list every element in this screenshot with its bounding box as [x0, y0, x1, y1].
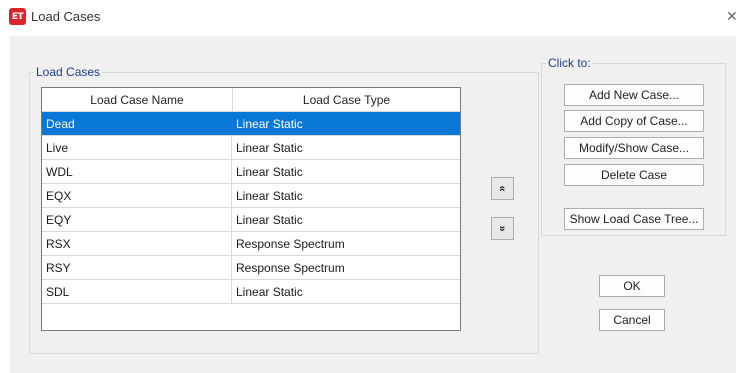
column-header-name[interactable]: Load Case Name	[42, 88, 233, 111]
window-title: Load Cases	[31, 9, 101, 24]
cancel-button[interactable]: Cancel	[599, 309, 665, 331]
case-name-cell: RSY	[42, 256, 232, 279]
case-type-cell: Linear Static	[236, 164, 303, 179]
case-name-cell: RSX	[42, 232, 232, 255]
etabs-app-icon: ET	[9, 8, 26, 25]
table-row[interactable]: Live Linear Static	[42, 136, 460, 160]
case-type-cell: Linear Static	[236, 212, 303, 227]
table-row[interactable]: SDL Linear Static	[42, 280, 460, 304]
case-type-cell: Linear Static	[236, 140, 303, 155]
table-row[interactable]: EQY Linear Static	[42, 208, 460, 232]
title-bar: ET Load Cases ✕	[0, 0, 736, 34]
delete-case-button[interactable]: Delete Case	[564, 164, 704, 186]
move-up-button[interactable]: «	[491, 177, 514, 200]
table-row[interactable]: Dead Linear Static	[42, 112, 460, 136]
case-name-cell: SDL	[42, 280, 232, 303]
case-name-cell: Live	[42, 136, 232, 159]
add-new-case-button[interactable]: Add New Case...	[564, 84, 704, 106]
click-to-group-label: Click to:	[548, 56, 591, 70]
case-name-cell: EQY	[42, 208, 232, 231]
case-name-cell: EQX	[42, 184, 232, 207]
load-cases-group-label: Load Cases	[36, 65, 101, 79]
table-row[interactable]: RSY Response Spectrum	[42, 256, 460, 280]
ok-button[interactable]: OK	[599, 275, 665, 297]
double-chevron-up-icon: «	[496, 185, 509, 192]
move-down-button[interactable]: »	[491, 217, 514, 240]
show-load-case-tree-button[interactable]: Show Load Case Tree...	[564, 208, 704, 230]
case-type-cell: Response Spectrum	[236, 236, 345, 251]
close-icon[interactable]: ✕	[726, 8, 736, 25]
double-chevron-down-icon: »	[496, 225, 509, 232]
column-header-type[interactable]: Load Case Type	[233, 88, 460, 111]
case-type-cell: Linear Static	[236, 188, 303, 203]
case-type-cell: Response Spectrum	[236, 260, 345, 275]
case-type-cell: Linear Static	[236, 284, 303, 299]
case-name-cell: Dead	[42, 112, 232, 135]
add-copy-of-case-button[interactable]: Add Copy of Case...	[564, 110, 704, 132]
case-type-cell: Linear Static	[236, 116, 303, 131]
table-row[interactable]: WDL Linear Static	[42, 160, 460, 184]
load-cases-table[interactable]: Load Case Name Load Case Type Dead Linea…	[41, 87, 461, 331]
table-row[interactable]: EQX Linear Static	[42, 184, 460, 208]
table-header: Load Case Name Load Case Type	[42, 88, 460, 112]
modify-show-case-button[interactable]: Modify/Show Case...	[564, 137, 704, 159]
table-row[interactable]: RSX Response Spectrum	[42, 232, 460, 256]
case-name-cell: WDL	[42, 160, 232, 183]
